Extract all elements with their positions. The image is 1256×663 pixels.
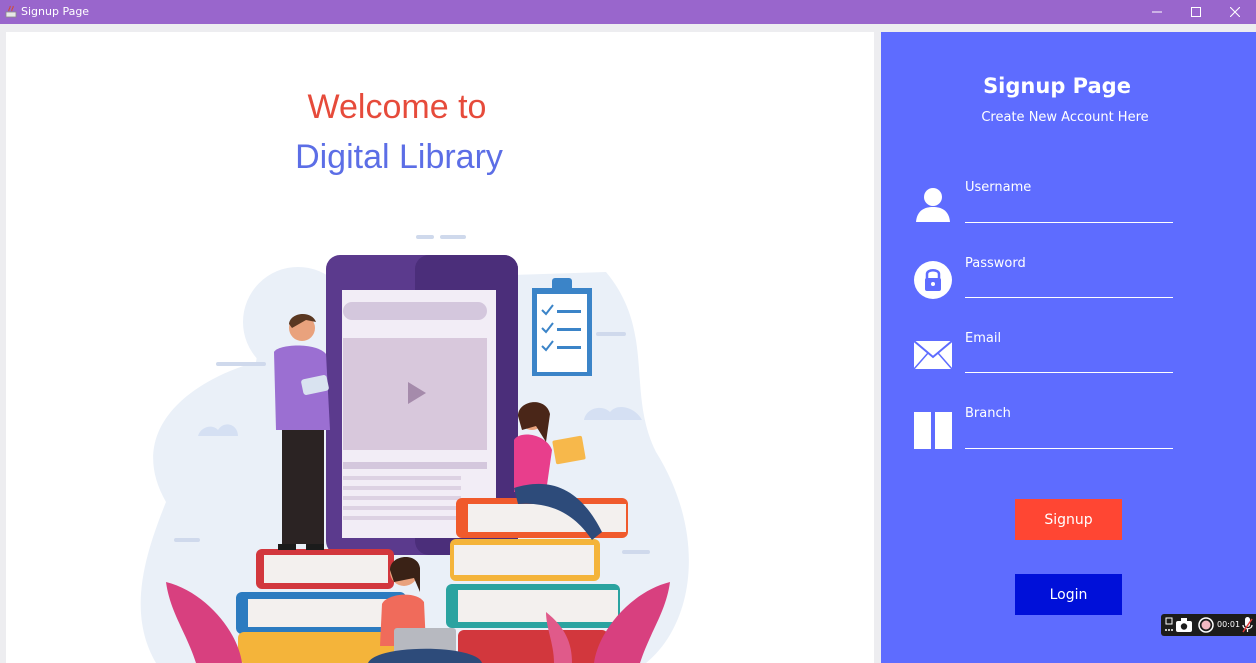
- form-title: Signup Page: [983, 74, 1131, 98]
- login-button[interactable]: Login: [1015, 574, 1122, 615]
- recording-time: 00:01: [1217, 620, 1241, 629]
- pin-icon[interactable]: [1164, 617, 1174, 633]
- username-label: Username: [965, 180, 1032, 195]
- close-icon: [1230, 7, 1240, 17]
- minimize-icon: [1152, 11, 1162, 13]
- minimize-button[interactable]: [1138, 0, 1176, 24]
- microphone-icon[interactable]: [1242, 617, 1253, 633]
- close-button[interactable]: [1216, 0, 1254, 24]
- user-icon: [916, 188, 950, 222]
- maximize-button[interactable]: [1177, 0, 1215, 24]
- maximize-icon: [1191, 7, 1201, 17]
- signup-button[interactable]: Signup: [1015, 499, 1122, 540]
- branch-input[interactable]: [965, 427, 1173, 449]
- password-input[interactable]: [965, 276, 1173, 298]
- email-label: Email: [965, 331, 1002, 346]
- username-input[interactable]: [965, 201, 1173, 223]
- branch-label: Branch: [965, 406, 1011, 421]
- library-illustration: [140, 235, 689, 663]
- branch-icon: [914, 412, 952, 449]
- form-subtitle: Create New Account Here: [981, 110, 1149, 125]
- record-icon[interactable]: [1198, 617, 1214, 633]
- camera-icon[interactable]: [1176, 618, 1192, 632]
- password-label: Password: [965, 256, 1026, 271]
- screen-recorder-toolbar: 00:01: [1161, 614, 1256, 636]
- lock-icon: [914, 261, 952, 299]
- window-title: Signup Page: [21, 5, 90, 18]
- title-bar: Signup Page: [0, 0, 1256, 24]
- welcome-panel: Welcome to Digital Library: [6, 32, 874, 663]
- envelope-icon: [913, 340, 953, 370]
- email-input[interactable]: [965, 351, 1173, 373]
- signup-form-panel: Signup Page Create New Account Here User…: [881, 32, 1256, 663]
- java-app-icon: [5, 5, 17, 18]
